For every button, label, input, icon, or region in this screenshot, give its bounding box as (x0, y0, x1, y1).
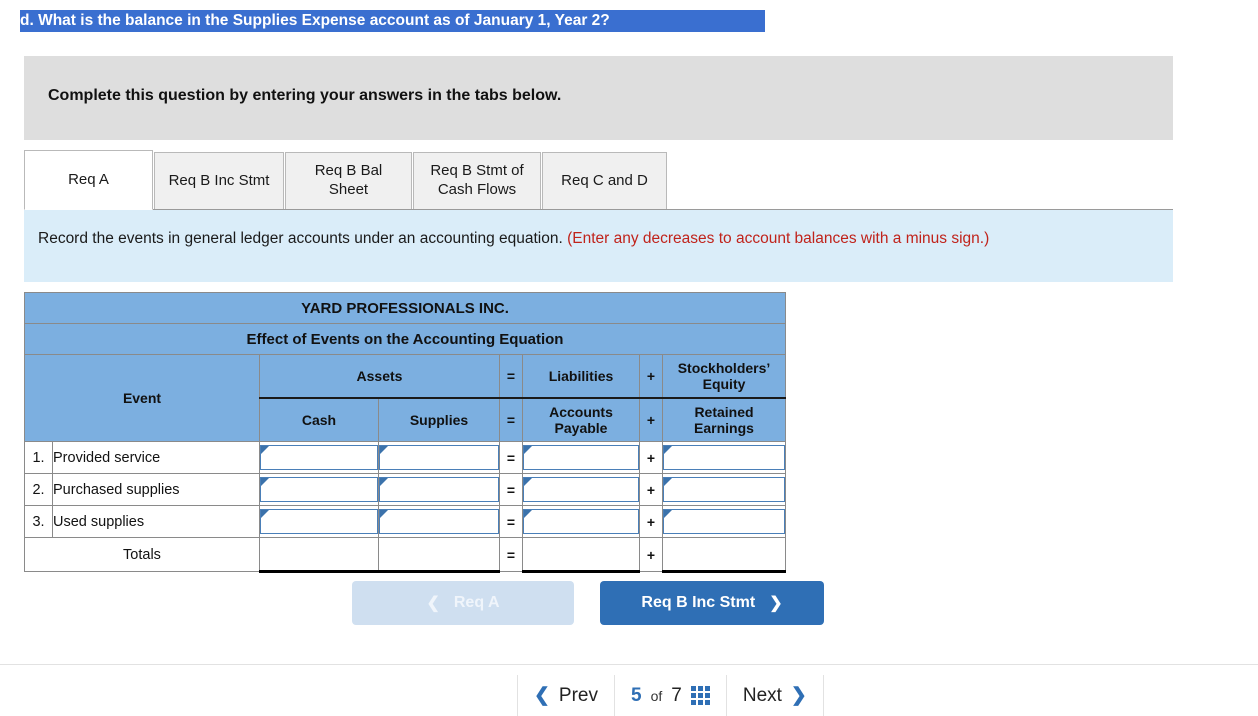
cell-cash-3[interactable] (259, 505, 379, 538)
cell-retained-earnings-3[interactable] (662, 505, 786, 538)
cell-retained-earnings-2[interactable] (662, 473, 786, 506)
cell-supplies-2[interactable] (378, 473, 500, 506)
row-label: Purchased supplies (52, 473, 260, 506)
cell-supplies-1[interactable] (378, 441, 500, 474)
requirement-instruction-panel: Record the events in general ledger acco… (24, 209, 1173, 282)
table-header-row-1: Event Assets = Liabilities + Stockholder… (24, 354, 786, 442)
cell-accounts-payable-3[interactable] (522, 505, 640, 538)
pagination-next-label: Next (742, 684, 782, 706)
row-label: Provided service (52, 441, 260, 474)
plus-sign-row-3: + (639, 505, 663, 538)
pagination-total-pages: 7 (671, 684, 682, 706)
equals-sign-row-1: = (499, 441, 523, 474)
input-cash-3[interactable] (260, 509, 378, 534)
plus-sign-totals: + (639, 537, 663, 572)
tab-req-c-and-d[interactable]: Req C and D (542, 152, 667, 210)
input-retained-earnings-2[interactable] (663, 477, 785, 502)
chevron-right-icon: ❯ (790, 685, 807, 706)
input-retained-earnings-1[interactable] (663, 445, 785, 470)
header-event: Event (24, 354, 260, 442)
totals-cash (259, 537, 379, 573)
table-row: 3. Used supplies = + (24, 505, 786, 538)
table-subtitle-cell: Effect of Events on the Accounting Equat… (24, 323, 786, 355)
input-accounts-payable-3[interactable] (523, 509, 639, 534)
input-supplies-1[interactable] (379, 445, 499, 470)
input-cash-1[interactable] (260, 445, 378, 470)
req-prev-label: Req A (453, 594, 500, 611)
pagination-prev-label: Prev (558, 684, 598, 706)
bottom-divider (0, 664, 1258, 665)
equals-sign-row-3: = (499, 505, 523, 538)
company-name-cell: YARD PROFESSIONALS INC. (24, 292, 786, 324)
table-title-row: YARD PROFESSIONALS INC. (24, 292, 786, 324)
pagination-current-page: 5 (631, 684, 642, 706)
requirement-tabs: Req A Req B Inc Stmt Req B Bal Sheet Req… (24, 150, 668, 210)
plus-sign-row-2: + (639, 473, 663, 506)
input-supplies-3[interactable] (379, 509, 499, 534)
req-next-label: Req B Inc Stmt (641, 594, 756, 611)
header-cash: Cash (259, 397, 379, 442)
input-cash-2[interactable] (260, 477, 378, 502)
tab-req-b-stmt-of-cash-flows[interactable]: Req B Stmt of Cash Flows (413, 152, 541, 210)
totals-accounts-payable (522, 537, 640, 573)
totals-row: Totals = + (24, 537, 786, 573)
tab-req-b-inc-stmt[interactable]: Req B Inc Stmt (154, 152, 284, 210)
input-retained-earnings-3[interactable] (663, 509, 785, 534)
plus-sign-row-1: + (639, 441, 663, 474)
table-subtitle-row: Effect of Events on the Accounting Equat… (24, 323, 786, 355)
chevron-right-icon: ❯ (769, 595, 783, 612)
tab-req-a[interactable]: Req A (24, 150, 153, 210)
instruction-banner-text: Complete this question by entering your … (48, 87, 562, 104)
totals-supplies (378, 537, 500, 573)
cell-supplies-3[interactable] (378, 505, 500, 538)
header-equals-1: = (499, 354, 523, 399)
equals-sign-totals: = (499, 537, 523, 572)
pagination-prev-button[interactable]: ❮ Prev (517, 675, 614, 716)
pagination-of-label: of (650, 687, 663, 704)
grid-view-icon[interactable] (690, 686, 710, 705)
header-plus-1: + (639, 354, 663, 399)
cell-cash-1[interactable] (259, 441, 379, 474)
instruction-banner: Complete this question by entering your … (24, 56, 1173, 140)
totals-label: Totals (24, 537, 260, 572)
table-row: 1. Provided service = + (24, 441, 786, 474)
pagination-next-button[interactable]: Next ❯ (725, 675, 824, 716)
instruction-note-text: (Enter any decreases to account balances… (567, 230, 990, 247)
req-next-button[interactable]: Req B Inc Stmt ❯ (600, 581, 824, 625)
input-accounts-payable-1[interactable] (523, 445, 639, 470)
row-number: 3. (24, 505, 53, 538)
accounting-equation-table: YARD PROFESSIONALS INC. Effect of Events… (24, 292, 786, 573)
row-number: 2. (24, 473, 53, 506)
input-supplies-2[interactable] (379, 477, 499, 502)
chevron-left-icon: ❮ (426, 595, 440, 612)
pagination-page-indicator[interactable]: 5 of 7 (614, 675, 726, 716)
header-stockholders-equity: Stockholders’ Equity (662, 354, 786, 399)
header-plus-2: + (639, 397, 663, 442)
header-assets: Assets (259, 354, 500, 399)
input-accounts-payable-2[interactable] (523, 477, 639, 502)
cell-accounts-payable-1[interactable] (522, 441, 640, 474)
cell-accounts-payable-2[interactable] (522, 473, 640, 506)
chevron-left-icon: ❮ (534, 685, 550, 706)
highlighted-question-text: d. What is the balance in the Supplies E… (20, 10, 765, 32)
page-root: d. What is the balance in the Supplies E… (0, 0, 1258, 716)
cell-cash-2[interactable] (259, 473, 379, 506)
equals-sign-row-2: = (499, 473, 523, 506)
header-accounts-payable: Accounts Payable (522, 397, 640, 442)
header-equals-2: = (499, 397, 523, 442)
totals-retained-earnings (662, 537, 786, 573)
table-row: 2. Purchased supplies = + (24, 473, 786, 506)
pagination-bar: ❮ Prev 5 of 7 Next ❯ (517, 675, 824, 716)
req-prev-button[interactable]: ❮ Req A (352, 581, 574, 625)
cell-retained-earnings-1[interactable] (662, 441, 786, 474)
header-liabilities: Liabilities (522, 354, 640, 399)
row-label: Used supplies (52, 505, 260, 538)
tab-req-b-bal-sheet[interactable]: Req B Bal Sheet (285, 152, 412, 210)
header-retained-earnings: Retained Earnings (662, 397, 786, 442)
instruction-main-text: Record the events in general ledger acco… (38, 230, 568, 247)
row-number: 1. (24, 441, 53, 474)
header-supplies: Supplies (378, 397, 500, 442)
